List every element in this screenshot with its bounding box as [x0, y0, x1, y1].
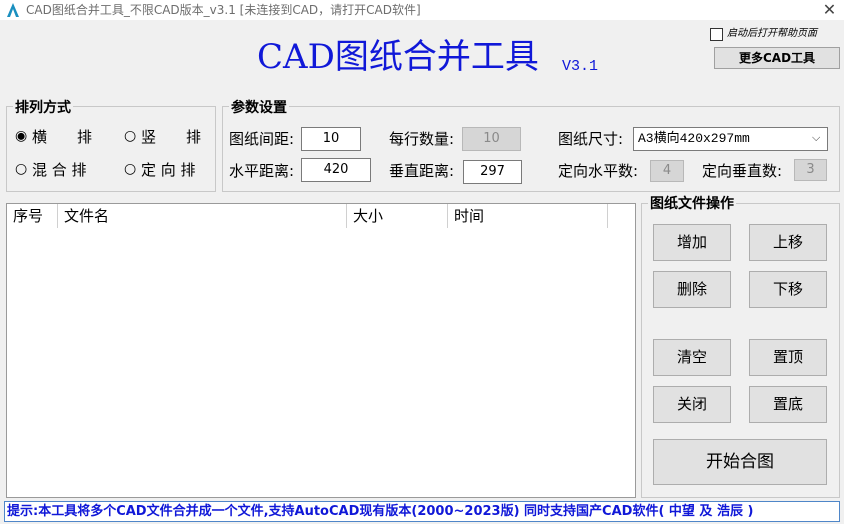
spacing-label: 图纸间距:	[229, 130, 295, 148]
chevron-down-icon[interactable]: ⌵	[812, 131, 820, 145]
file-ops-legend: 图纸文件操作	[648, 195, 736, 213]
app-title: CAD图纸合并工具	[257, 37, 539, 77]
v-dist-input[interactable]: 297	[463, 160, 522, 184]
more-cad-tools-button[interactable]: 更多CAD工具	[714, 47, 840, 69]
close-file-button[interactable]: 关闭	[653, 386, 731, 423]
arrange-mode-legend: 排列方式	[13, 99, 73, 117]
v-dist-label: 垂直距离:	[389, 162, 455, 180]
move-bottom-button[interactable]: 置底	[749, 386, 827, 423]
help-on-start-label: 启动后打开帮助页面	[727, 28, 817, 39]
column-header-index[interactable]: 序号	[7, 204, 58, 228]
delete-button[interactable]: 删除	[653, 271, 731, 308]
move-down-button[interactable]: 下移	[749, 271, 827, 308]
h-count-label: 定向水平数:	[558, 162, 639, 180]
add-button[interactable]: 增加	[653, 224, 731, 261]
radio-horizontal[interactable]: ◉	[15, 127, 27, 145]
column-header-time[interactable]: 时间	[448, 204, 608, 228]
radio-mixed-label[interactable]: 混 合 排	[32, 161, 87, 179]
radio-directional-label[interactable]: 定 向 排	[141, 161, 196, 179]
v-count-input: 3	[794, 159, 827, 181]
radio-horizontal-label[interactable]: 横 排	[32, 128, 92, 146]
paper-size-select[interactable]: A3横向420x297mm	[633, 127, 828, 151]
h-count-input: 4	[650, 160, 684, 182]
h-dist-input[interactable]: 420	[301, 158, 371, 182]
radio-mixed[interactable]: ○	[15, 160, 27, 178]
clear-button[interactable]: 清空	[653, 339, 731, 376]
per-row-input: 10	[462, 127, 521, 151]
radio-vertical-label[interactable]: 竖 排	[141, 128, 201, 146]
version-label: V3.1	[562, 58, 599, 75]
window-title: CAD图纸合并工具_不限CAD版本_v3.1 [未连接到CAD，请打开CAD软件…	[26, 3, 421, 17]
params-legend: 参数设置	[229, 99, 289, 117]
close-window-button[interactable]: ✕	[815, 0, 844, 20]
move-up-button[interactable]: 上移	[749, 224, 827, 261]
radio-directional[interactable]: ○	[124, 160, 136, 178]
size-label: 图纸尺寸:	[558, 130, 624, 148]
spacing-input[interactable]: 10	[301, 127, 361, 151]
radio-vertical[interactable]: ○	[124, 127, 136, 145]
move-top-button[interactable]: 置顶	[749, 339, 827, 376]
h-dist-label: 水平距离:	[229, 162, 295, 180]
per-row-label: 每行数量:	[389, 130, 455, 148]
column-header-filename[interactable]: 文件名	[58, 204, 347, 228]
column-header-size[interactable]: 大小	[347, 204, 448, 228]
start-merge-button[interactable]: 开始合图	[653, 439, 827, 485]
help-on-start-checkbox[interactable]	[710, 28, 723, 41]
v-count-label: 定向垂直数:	[702, 162, 783, 180]
status-tip: 提示:本工具将多个CAD文件合并成一个文件,支持AutoCAD现有版本(2000…	[4, 501, 840, 522]
arrange-mode-group	[6, 106, 216, 192]
file-list[interactable]	[6, 203, 636, 498]
app-logo-icon	[7, 3, 19, 17]
